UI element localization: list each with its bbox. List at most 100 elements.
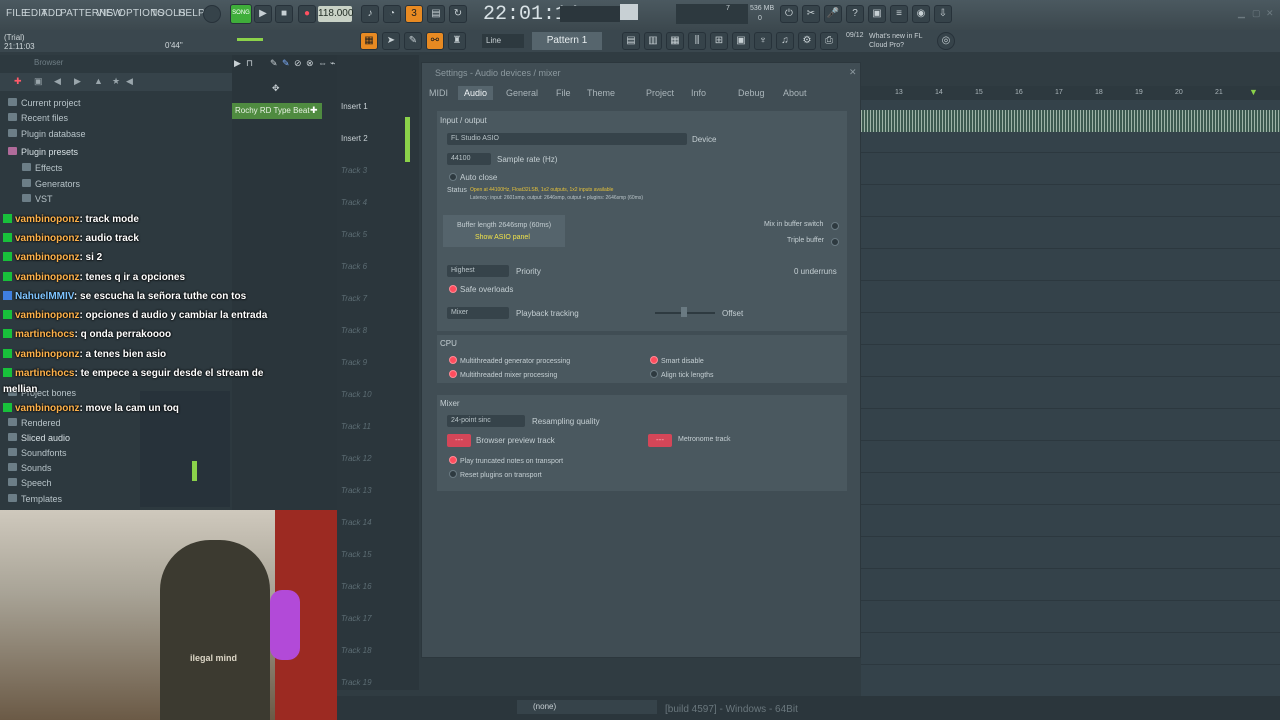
track-label[interactable]: Track 3: [341, 166, 367, 175]
close-icon[interactable]: ✕: [1266, 8, 1274, 19]
channel-button[interactable]: Rochy RD Type Beat: [232, 103, 322, 119]
channel-rack-icon[interactable]: ▦: [666, 32, 684, 50]
safe-overloads-option[interactable]: Safe overloads: [449, 285, 513, 294]
browser-menu-icon[interactable]: ◀: [126, 76, 133, 87]
tempo-display[interactable]: 118.000: [318, 6, 353, 22]
loop-record-icon[interactable]: ↻: [449, 5, 467, 23]
track-label[interactable]: Track 11: [341, 422, 371, 431]
resampling-quality-select[interactable]: 24-point sinc: [447, 415, 525, 427]
master-volume-knob[interactable]: [203, 5, 221, 23]
browser-item-sliced-audio[interactable]: Sliced audio: [8, 433, 70, 443]
playlist-slip-icon[interactable]: ⇔: [318, 58, 327, 68]
channel-add-icon[interactable]: ✚: [310, 105, 318, 116]
piano-roll-icon[interactable]: ▥: [644, 32, 662, 50]
mixer-view-icon[interactable]: ⫼: [688, 32, 706, 50]
playlist-mute-icon[interactable]: ⊗: [306, 58, 314, 69]
browser-item-vst[interactable]: VST: [22, 194, 53, 204]
microphone-icon[interactable]: 🎤: [824, 5, 842, 23]
track-lanes[interactable]: [861, 132, 1280, 696]
save-icon[interactable]: ▣: [868, 5, 886, 23]
export-icon[interactable]: ⎙: [820, 32, 838, 50]
align-tick-lengths-option[interactable]: Align tick lengths: [650, 370, 714, 379]
browser-item-current-project[interactable]: Current project: [8, 98, 81, 108]
browser-doc-icon[interactable]: ▣: [34, 76, 43, 87]
channel-move-icon[interactable]: ✥: [272, 83, 280, 94]
track-label[interactable]: Insert 2: [341, 134, 368, 143]
track-label[interactable]: Track 8: [341, 326, 367, 335]
browser-item-sounds[interactable]: Sounds: [8, 463, 52, 473]
tab-midi[interactable]: MIDI: [429, 88, 448, 98]
browser-icon[interactable]: ▣: [732, 32, 750, 50]
browser-item-templates[interactable]: Templates: [8, 494, 62, 504]
sample-rate-select[interactable]: 44100: [447, 153, 491, 165]
browser-preview-track-button[interactable]: ---: [447, 434, 471, 447]
mixer-icon[interactable]: ≡: [890, 5, 908, 23]
audio-clip-waveform[interactable]: [861, 110, 1280, 132]
countdown-icon[interactable]: 3: [405, 5, 423, 23]
device-select[interactable]: FL Studio ASIO: [447, 133, 687, 145]
browser-item-rendered[interactable]: Rendered: [8, 418, 61, 428]
channel-tree-icon[interactable]: ⊞: [710, 32, 728, 50]
track-label[interactable]: Track 14: [341, 518, 372, 527]
stop-button[interactable]: ■: [275, 5, 293, 23]
tools-icon[interactable]: ✂: [802, 5, 820, 23]
maximize-icon[interactable]: ▢: [1252, 8, 1261, 19]
browser-item-recent-files[interactable]: Recent files: [8, 113, 68, 123]
playlist-arrow-icon[interactable]: ▶: [234, 58, 241, 69]
track-label[interactable]: Track 9: [341, 358, 367, 367]
chat-icon[interactable]: ◉: [912, 5, 930, 23]
tab-file[interactable]: File: [556, 88, 571, 98]
step-edit-icon[interactable]: ▤: [427, 5, 445, 23]
track-label[interactable]: Track 4: [341, 198, 367, 207]
multithreaded-mixer-option[interactable]: Multithreaded mixer processing: [449, 370, 557, 379]
snap-select[interactable]: Line: [482, 34, 524, 48]
track-label[interactable]: Track 6: [341, 262, 367, 271]
playlist-slice-icon[interactable]: ⌁: [330, 58, 335, 69]
browser-up-icon[interactable]: ▲: [94, 76, 103, 86]
triple-buffer-radio[interactable]: [831, 238, 839, 246]
mix-buffer-switch-radio[interactable]: [831, 222, 839, 230]
playlist-icon[interactable]: ▤: [622, 32, 640, 50]
smart-disable-option[interactable]: Smart disable: [650, 356, 704, 365]
auto-close-option[interactable]: Auto close: [449, 173, 497, 182]
browser-pin-icon[interactable]: ✚: [14, 76, 22, 87]
settings-close-icon[interactable]: ✕: [849, 67, 857, 78]
tab-debug[interactable]: Debug: [738, 88, 765, 98]
track-label[interactable]: Track 10: [341, 390, 372, 399]
tab-about[interactable]: About: [783, 88, 807, 98]
metronome-icon[interactable]: ♪: [361, 5, 379, 23]
priority-select[interactable]: Highest: [447, 265, 509, 277]
track-label[interactable]: Insert 1: [341, 102, 368, 111]
browser-star-icon[interactable]: ★: [112, 76, 120, 87]
play-truncated-notes-option[interactable]: Play truncated notes on transport: [449, 456, 563, 465]
link-icon[interactable]: ⚯: [426, 32, 444, 50]
track-label[interactable]: Track 13: [341, 486, 372, 495]
news-icon[interactable]: ◎: [937, 32, 955, 50]
arrow-right-icon[interactable]: ➤: [382, 32, 400, 50]
browser-item-speech[interactable]: Speech: [8, 478, 52, 488]
playlist-paint-icon[interactable]: ✎: [282, 58, 290, 69]
play-button[interactable]: ▶: [254, 5, 272, 23]
browser-item-plugin-database[interactable]: Plugin database: [8, 129, 86, 139]
track-label[interactable]: Track 18: [341, 646, 372, 655]
browser-item-effects[interactable]: Effects: [22, 163, 62, 173]
show-asio-panel-button[interactable]: Show ASIO panel: [475, 234, 530, 241]
track-label[interactable]: Track 19: [341, 678, 372, 687]
track-label[interactable]: Track 7: [341, 294, 367, 303]
minimize-icon[interactable]: ▁: [1238, 8, 1245, 19]
browser-item-plugin-presets[interactable]: Plugin presets: [8, 147, 78, 157]
track-label[interactable]: Track 17: [341, 614, 372, 623]
stamp-icon[interactable]: ♜: [448, 32, 466, 50]
playback-tracking-select[interactable]: Mixer: [447, 307, 509, 319]
playlist-magnet-icon[interactable]: ⊓: [246, 58, 253, 69]
tab-theme[interactable]: Theme: [587, 88, 615, 98]
wait-record-icon[interactable]: ◔: [383, 5, 401, 23]
metronome-track-button[interactable]: ---: [648, 434, 672, 447]
news-text[interactable]: What's new in FL Cloud Pro?: [869, 32, 927, 50]
pencil-icon[interactable]: ✎: [404, 32, 422, 50]
playlist-view-icon[interactable]: ▦: [360, 32, 378, 50]
tab-info[interactable]: Info: [691, 88, 706, 98]
timeline-ruler[interactable]: 13 14 15 16 17 18 19 20 21 ▼: [861, 86, 1280, 100]
track-label[interactable]: Track 15: [341, 550, 372, 559]
browser-item-generators[interactable]: Generators: [22, 179, 80, 189]
